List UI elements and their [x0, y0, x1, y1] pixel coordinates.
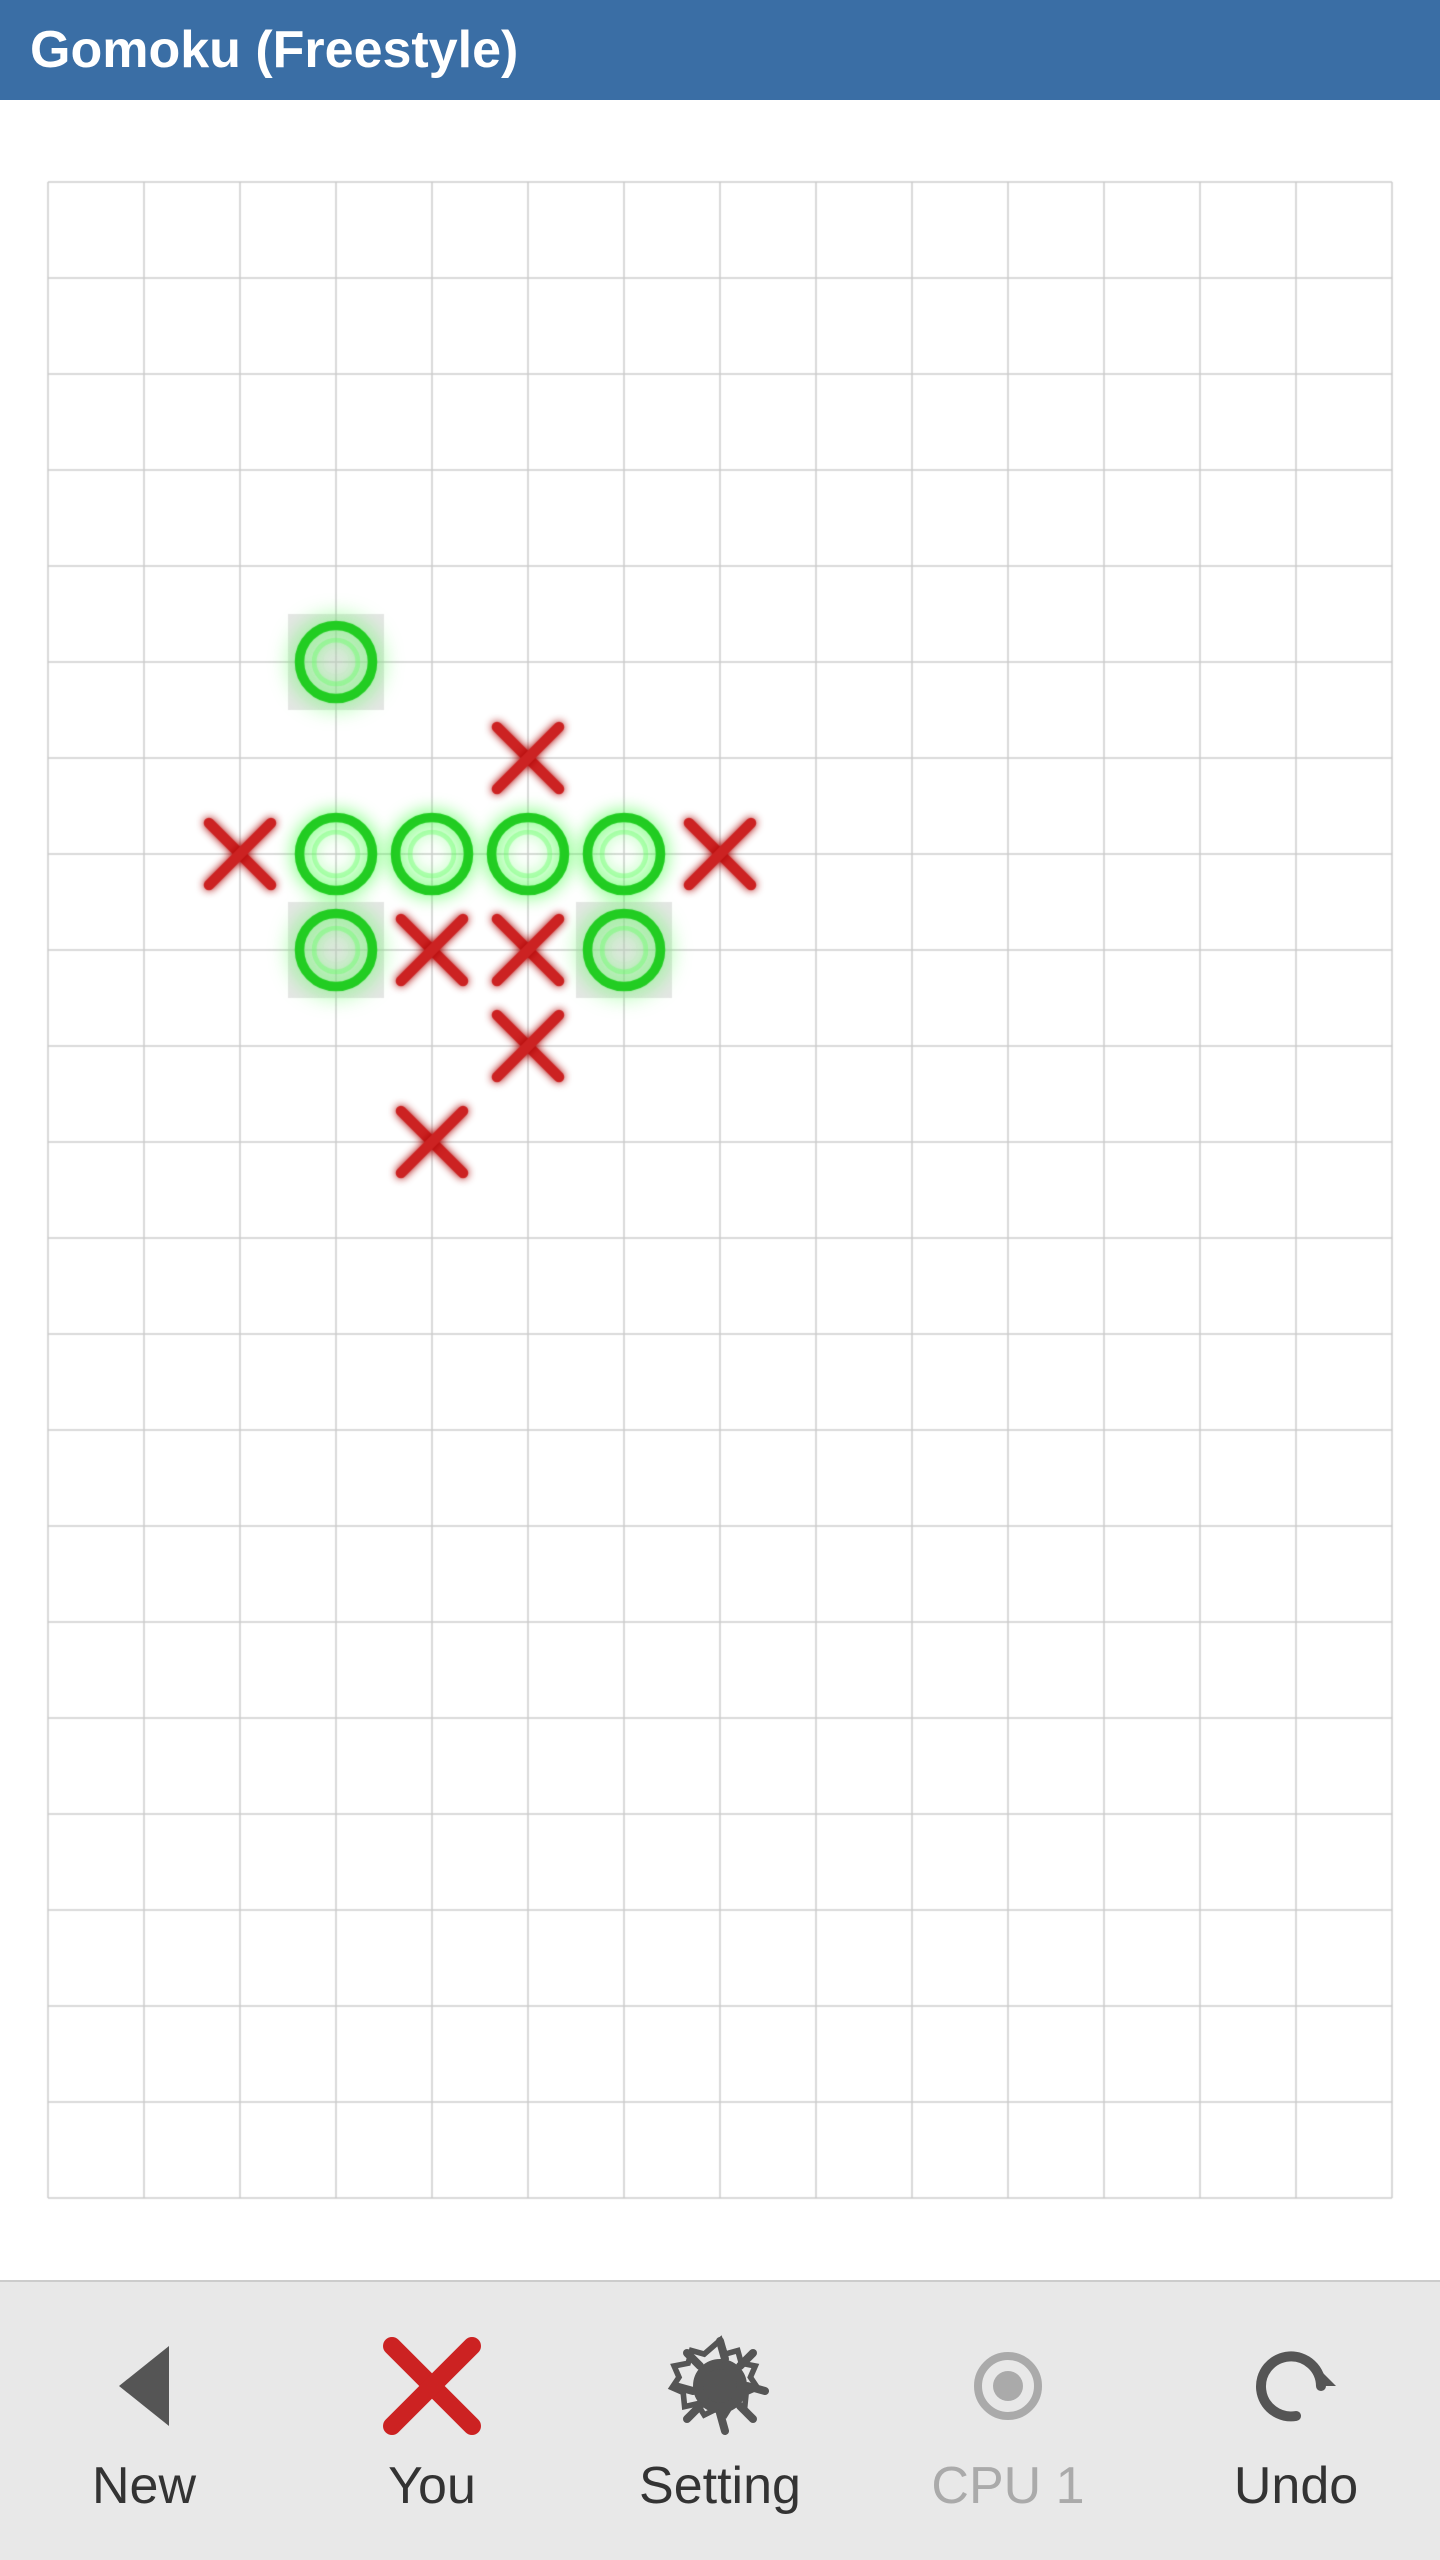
- cpu1-button[interactable]: CPU 1: [868, 2326, 1148, 2516]
- you-button[interactable]: You: [292, 2326, 572, 2516]
- setting-label: Setting: [639, 2456, 801, 2516]
- game-board[interactable]: [0, 100, 1440, 2280]
- title-text: Gomoku (Freestyle): [30, 20, 518, 80]
- you-icon: [372, 2326, 492, 2446]
- cpu1-label: CPU 1: [931, 2456, 1084, 2516]
- setting-icon: [660, 2326, 780, 2446]
- undo-icon: [1236, 2326, 1356, 2446]
- new-icon: [84, 2326, 204, 2446]
- new-label: New: [92, 2456, 196, 2516]
- setting-button[interactable]: Setting: [580, 2326, 860, 2516]
- undo-button[interactable]: Undo: [1156, 2326, 1436, 2516]
- bottom-bar: New You Setti: [0, 2280, 1440, 2560]
- title-bar: Gomoku (Freestyle): [0, 0, 1440, 100]
- cpu1-icon: [948, 2326, 1068, 2446]
- you-label: You: [388, 2456, 476, 2516]
- new-button[interactable]: New: [4, 2326, 284, 2516]
- undo-label: Undo: [1234, 2456, 1358, 2516]
- board-canvas[interactable]: [0, 100, 1440, 2280]
